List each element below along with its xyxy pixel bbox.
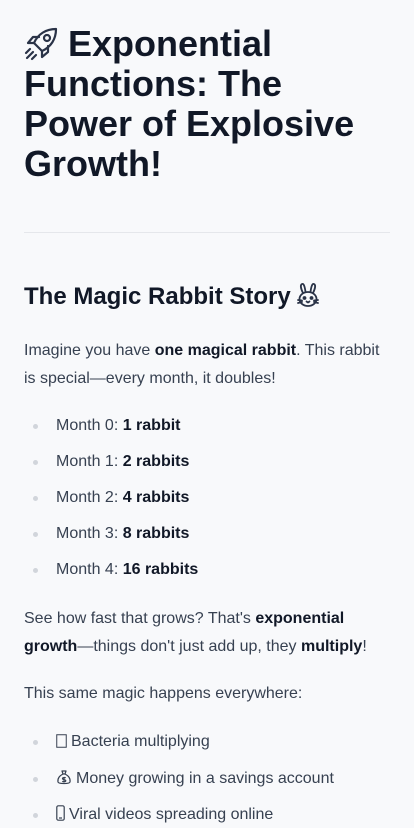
- rabbit-count: 8 rabbits: [122, 525, 190, 542]
- rabbit-count: 2 rabbits: [122, 453, 190, 470]
- month-label: Month 4:: [56, 561, 123, 578]
- mobile-phone-icon: [56, 805, 65, 821]
- list-item: Month 4: 16 rabbits: [24, 556, 390, 592]
- intro-paragraph: Imagine you have one magical rabbit. Thi…: [24, 337, 390, 393]
- bullet-dot: [33, 813, 38, 818]
- rabbit-count: 4 rabbits: [122, 489, 190, 506]
- list-item: Money growing in a savings account: [24, 765, 390, 802]
- bullet-dot: [33, 496, 38, 501]
- bullet-dot: [33, 424, 38, 429]
- multiply-emphasis: multiply: [300, 638, 363, 655]
- rabbit-face-icon: [296, 282, 319, 307]
- bullet-dot: [33, 532, 38, 537]
- rabbit-count: 16 rabbits: [122, 561, 199, 578]
- page-title: Exponential Functions: The Power of Expl…: [24, 24, 390, 184]
- intro-emphasis: one magical rabbit: [154, 342, 297, 359]
- bullet-dot: [33, 740, 38, 745]
- bullet-dot: [33, 568, 38, 573]
- rocket-icon: [24, 27, 58, 61]
- microbe-icon: [56, 734, 67, 748]
- article-page: Exponential Functions: The Power of Expl…: [0, 0, 414, 828]
- list-item: Month 1: 2 rabbits: [24, 448, 390, 484]
- list-item: Month 0: 1 rabbit: [24, 412, 390, 448]
- example-text: Money growing in a savings account: [76, 769, 334, 787]
- everywhere-paragraph: This same magic happens everywhere:: [24, 685, 303, 702]
- bullet-dot: [33, 460, 38, 465]
- list-item: Month 3: 8 rabbits: [24, 520, 390, 556]
- growth-text: See how fast that grows? That's: [24, 610, 256, 627]
- section-divider: [24, 232, 390, 233]
- bullet-dot: [33, 776, 38, 782]
- rabbit-growth-list: Month 0: 1 rabbit Month 1: 2 rabbits Mon…: [24, 412, 390, 592]
- money-bag-icon: [57, 769, 71, 784]
- section-heading-text: The Magic Rabbit Story: [24, 283, 291, 310]
- month-label: Month 3:: [56, 525, 123, 542]
- intro-text: Imagine you have: [24, 342, 155, 359]
- growth-text-end: !: [362, 638, 367, 655]
- example-text: Viral videos spreading online: [69, 806, 274, 823]
- growth-paragraph: See how fast that grows? That's exponent…: [24, 605, 390, 661]
- month-label: Month 2:: [56, 489, 123, 506]
- month-label: Month 1:: [56, 453, 123, 470]
- example-text: Bacteria multiplying: [71, 733, 210, 750]
- growth-text-middle: —things don't just add up, they: [77, 638, 301, 655]
- section-heading: The Magic Rabbit Story: [24, 282, 321, 312]
- list-item: Bacteria multiplying: [24, 728, 390, 765]
- list-item: Month 2: 4 rabbits: [24, 484, 390, 520]
- month-label: Month 0:: [56, 417, 123, 434]
- rabbit-count: 1 rabbit: [122, 417, 181, 434]
- examples-list: Bacteria multiplying Money growing in a …: [24, 728, 390, 828]
- list-item: Viral videos spreading online: [24, 801, 390, 828]
- page-title-text: Exponential Functions: The Power of Expl…: [24, 23, 355, 184]
